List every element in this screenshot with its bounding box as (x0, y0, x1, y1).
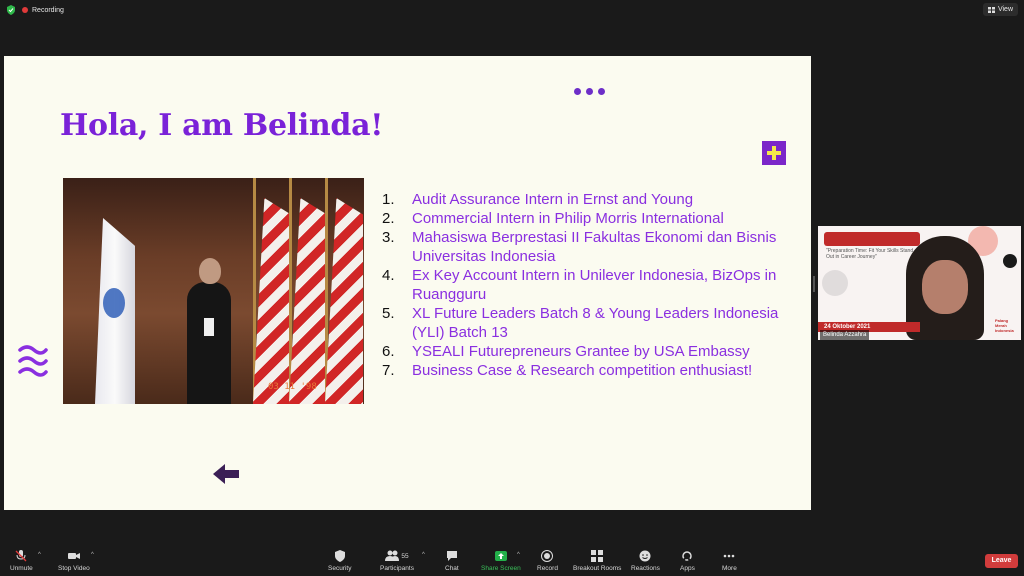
video-camera-icon (67, 553, 80, 559)
list-item: 3. Mahasiswa Berprestasi II Fakultas Ekon… (382, 229, 777, 265)
slide-title: Hola, I am Belinda! (60, 108, 384, 143)
share-options-caret-icon[interactable]: ^ (517, 552, 520, 558)
striped-flag (289, 198, 327, 404)
unmute-button[interactable]: Unmute (10, 550, 33, 572)
more-button[interactable]: More (722, 550, 737, 572)
security-shield-icon (334, 550, 345, 562)
microphone-muted-icon (15, 550, 27, 562)
event-logo (824, 232, 920, 246)
unmute-options-caret-icon[interactable]: ^ (38, 552, 41, 558)
dots-decoration (574, 88, 605, 95)
participant-video-tile[interactable]: "Preparation Time: Fit Your Skills Stand… (818, 226, 1021, 340)
stop-video-button[interactable]: Stop Video (58, 550, 90, 572)
list-item: 2. Commercial Intern in Philip Morris Int… (382, 210, 724, 227)
arrow-left-icon (213, 464, 239, 484)
apps-icon (682, 551, 693, 561)
waves-decoration-icon (18, 345, 48, 377)
chat-button[interactable]: Chat (445, 550, 459, 572)
org-logo-icon (1003, 254, 1017, 268)
striped-flag (325, 198, 363, 404)
achievement-list: 1. Audit Assurance Intern in Ernst and Yo… (382, 190, 782, 380)
org-name: Palang Merah Indonesia (995, 318, 1014, 333)
reactions-smiley-icon (639, 550, 651, 562)
list-item: 6. YSEALI Futurepreneurs Grantee by USA E… (382, 343, 750, 360)
share-screen-icon (494, 551, 507, 561)
more-dots-icon (724, 554, 735, 558)
list-item: 5. XL Future Leaders Batch 8 & Young Lead… (382, 305, 779, 341)
photo-date-stamp: 03 11 '98 (268, 382, 317, 392)
recording-dot-icon (22, 7, 28, 13)
top-bar: Recording View (0, 0, 1024, 20)
breakout-rooms-icon (591, 550, 604, 562)
share-screen-button[interactable]: Share Screen (481, 550, 521, 572)
participant-name-label: Belinda Azzahra (820, 330, 870, 340)
flag-emblem (103, 288, 125, 318)
zoom-meeting-window: Recording View Hola, I am Belinda! 03 11… (0, 0, 1024, 576)
meeting-toolbar: Unmute ^ Stop Video ^ Security 55 Partic… (0, 546, 1024, 576)
person-figure (187, 282, 231, 404)
list-item: 1. Audit Assurance Intern in Ernst and Yo… (382, 191, 694, 208)
security-button[interactable]: Security (328, 550, 351, 572)
person-head (199, 258, 221, 284)
video-options-caret-icon[interactable]: ^ (91, 552, 94, 558)
id-badge (204, 318, 214, 336)
recording-label: Recording (32, 6, 64, 14)
leave-button[interactable]: Leave (985, 554, 1018, 568)
encryption-shield-icon[interactable] (6, 5, 16, 15)
recording-indicator[interactable]: Recording (22, 4, 64, 16)
plus-decoration-icon (762, 141, 786, 165)
view-label: View (997, 6, 1013, 13)
participants-icon (385, 550, 400, 561)
event-subtitle: "Preparation Time: Fit Your Skills Stand… (826, 248, 914, 260)
panel-resize-handle[interactable] (813, 276, 815, 292)
shared-screen-slide: Hola, I am Belinda! 03 11 '98 1. Audit As… (4, 56, 811, 510)
chat-bubble-icon (446, 551, 457, 561)
list-item: 7. Business Case & Research competition e… (382, 362, 753, 379)
record-icon (541, 550, 554, 562)
participants-options-caret-icon[interactable]: ^ (422, 552, 425, 558)
record-button[interactable]: Record (537, 550, 558, 572)
participants-count: 55 (401, 552, 409, 560)
apps-button[interactable]: Apps (680, 550, 695, 572)
list-item: 4. Ex Key Account Intern in Unilever Indo… (382, 267, 777, 303)
speaker-photo: 03 11 '98 (63, 178, 364, 404)
striped-flag (253, 198, 291, 404)
view-button[interactable]: View (982, 3, 1018, 16)
participants-button[interactable]: 55 Participants (380, 550, 414, 572)
breakout-rooms-button[interactable]: Breakout Rooms (573, 550, 621, 572)
grid-view-icon (987, 6, 995, 13)
reactions-button[interactable]: Reactions (631, 550, 660, 572)
participant-face (922, 260, 968, 314)
